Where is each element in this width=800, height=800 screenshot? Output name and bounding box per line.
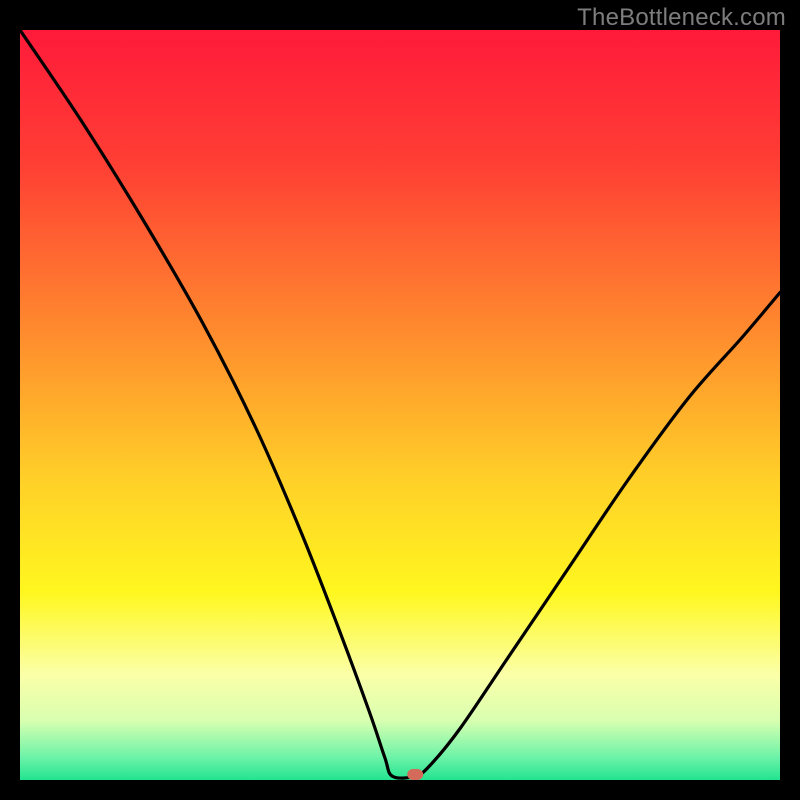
bottleneck-chart: [20, 30, 780, 780]
chart-frame: [10, 30, 790, 790]
gradient-background: [20, 30, 780, 780]
optimal-marker: [407, 769, 423, 780]
watermark-text: TheBottleneck.com: [577, 4, 786, 32]
